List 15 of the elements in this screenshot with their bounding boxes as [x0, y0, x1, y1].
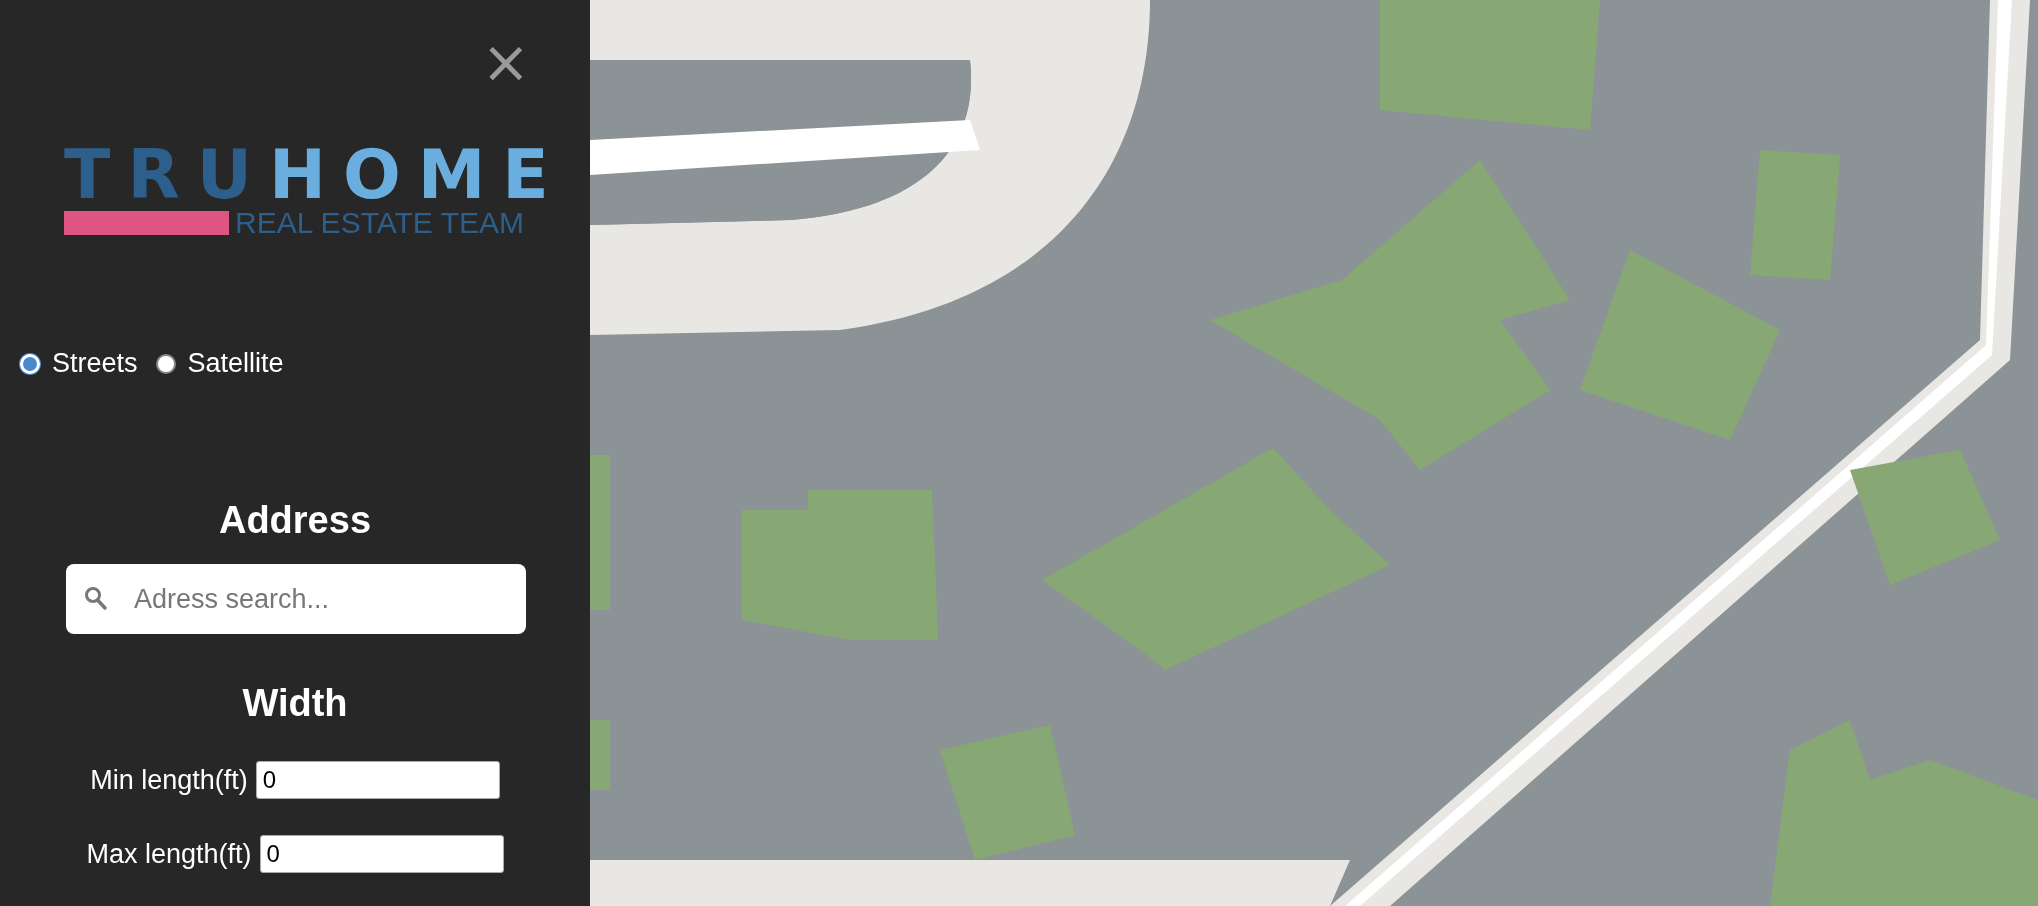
- close-button[interactable]: ×: [481, 40, 530, 84]
- section-heading: Address: [218, 499, 372, 542]
- search-field[interactable]: Adress search...: [66, 564, 526, 634]
- logo-text: TRU: [64, 146, 269, 204]
- radio-label[interactable]: Satellite: [187, 348, 284, 379]
- input-field[interactable]: 0: [255, 761, 500, 799]
- field-label: Max length(ft): [86, 838, 252, 870]
- logo-tagline: REAL ESTATE TEAM: [235, 210, 524, 236]
- radio-label[interactable]: Streets: [52, 348, 138, 379]
- input-field[interactable]: 0: [259, 835, 504, 873]
- logo-bar-icon: [64, 211, 230, 235]
- section-heading: Width: [242, 682, 348, 725]
- field-label: Min length(ft): [90, 764, 248, 796]
- radio-button[interactable]: [155, 353, 176, 374]
- logo-text: HOME: [268, 146, 566, 204]
